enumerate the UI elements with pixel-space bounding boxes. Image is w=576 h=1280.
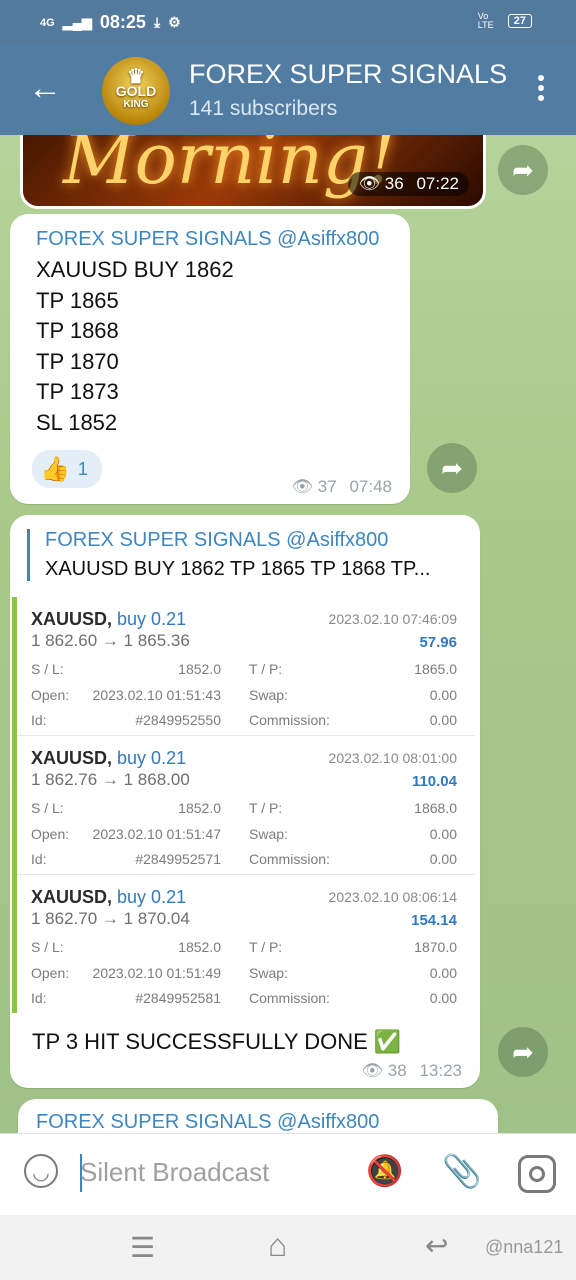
trade-close-time: 2023.02.10 08:06:14: [328, 889, 457, 905]
view-count: 37: [317, 477, 337, 496]
trade-prices: 1 862.60 → 1 865.36: [31, 631, 190, 650]
trade-row-id: Id: #2849952571 Commission: 0.00: [31, 851, 457, 867]
channel-header: ← ♛ GOLD KING FOREX SUPER SIGNALS 141 su…: [0, 45, 576, 135]
crown-icon: ♛: [127, 66, 145, 88]
trade-side: buy 0.21: [117, 609, 187, 629]
paperclip-icon[interactable]: 📎: [442, 1152, 482, 1190]
input-bar: ◡ Silent Broadcast 🔕 📎: [0, 1133, 576, 1216]
signal-icon: ▂▄▆: [62, 14, 92, 30]
subscriber-count: 141 subscribers: [189, 97, 338, 120]
signal-line: TP 1870: [36, 348, 119, 374]
trade-side: buy 0.21: [117, 748, 187, 768]
image-message[interactable]: Morning! 👁 36 07:22: [20, 135, 486, 209]
battery-icon: 27: [507, 14, 532, 28]
trade-profit: 57.96: [419, 634, 457, 651]
eye-icon: 👁: [361, 1061, 384, 1080]
trade-profit: 110.04: [411, 773, 457, 790]
signal-message[interactable]: FOREX SUPER SIGNALS @Asiffx800 XAUUSD BU…: [10, 214, 410, 504]
trade-symbol: XAUUSD, buy 0.21: [31, 887, 187, 907]
view-count: 38: [387, 1061, 407, 1080]
watermark: @nna121: [485, 1237, 564, 1257]
signal-line: XAUUSD BUY 1862: [36, 257, 234, 282]
back-nav-icon[interactable]: ↩: [425, 1229, 448, 1262]
trade-row-sltp: S / L: 1852.0 T / P: 1868.0: [31, 800, 457, 816]
result-message[interactable]: FOREX SUPER SIGNALS @Asiffx800 XAUUSD BU…: [10, 515, 480, 1088]
signal-line: TP 1873: [36, 379, 119, 404]
trade-screenshot[interactable]: XAUUSD, buy 0.21 2023.02.10 07:46:09 1 8…: [12, 597, 475, 1013]
reaction-count: 1: [77, 458, 88, 479]
signal-line: TP 1868: [36, 318, 119, 343]
trade-row-sltp: S / L: 1852.0 T / P: 1870.0: [31, 939, 457, 955]
trade-row-id: Id: #2849952581 Commission: 0.00: [31, 990, 457, 1006]
trade-symbol: XAUUSD, buy 0.21: [31, 748, 187, 768]
channel-title[interactable]: FOREX SUPER SIGNALS: [189, 59, 507, 90]
arrow-left-icon[interactable]: ←: [28, 71, 62, 105]
next-message[interactable]: FOREX SUPER SIGNALS @Asiffx800: [18, 1099, 498, 1133]
signal-line: SL 1852: [36, 409, 118, 435]
status-bar: 4G ▂▄▆ 08:25 ⤓ ⚙ Vo LTE 27: [0, 0, 576, 45]
reaction-badge[interactable]: 👍 1: [32, 450, 102, 488]
trade-row-open: Open: 2023.02.10 01:51:47 Swap: 0.00: [31, 826, 457, 842]
message-meta: 👁 38 13:23: [361, 1061, 462, 1081]
eye-icon: 👁: [358, 174, 381, 193]
message-body: XAUUSD BUY 1862 TP 1865 TP 1868 TP 1870 …: [36, 255, 234, 438]
forward-icon[interactable]: ➦: [427, 443, 477, 493]
view-count: 36: [384, 174, 404, 193]
trade-row-open: Open: 2023.02.10 01:51:43 Swap: 0.00: [31, 687, 457, 703]
reply-text: XAUUSD BUY 1862 TP 1865 TP 1868 TP...: [45, 558, 431, 580]
trade-side: buy 0.21: [117, 887, 187, 907]
trade-prices: 1 862.76 → 1 868.00: [31, 770, 190, 789]
avatar-text-gold: GOLD: [115, 83, 157, 99]
trade-profit: 154.14: [411, 912, 457, 929]
message-time: 07:48: [349, 477, 392, 496]
reply-author: FOREX SUPER SIGNALS @Asiffx800: [45, 529, 389, 551]
network-indicator: 4G: [40, 16, 55, 29]
chat-area[interactable]: Morning! 👁 36 07:22 ➦ FOREX SUPER SIGNAL…: [0, 135, 576, 1133]
message-meta: 👁 36 07:22: [348, 172, 469, 196]
trade-close-time: 2023.02.10 08:01:00: [328, 750, 457, 766]
home-icon[interactable]: ⌂: [268, 1227, 287, 1264]
avatar-text-king: KING: [123, 99, 149, 110]
trade-row-open: Open: 2023.02.10 01:51:49 Swap: 0.00: [31, 965, 457, 981]
trade-entry: XAUUSD, buy 0.21 2023.02.10 07:46:09 1 8…: [17, 597, 475, 736]
trade-prices: 1 862.70 → 1 870.04: [31, 909, 190, 928]
trade-close-time: 2023.02.10 07:46:09: [328, 611, 457, 627]
message-author[interactable]: FOREX SUPER SIGNALS @Asiffx800: [36, 228, 379, 251]
thumbs-up-icon: 👍: [40, 455, 70, 483]
message-author[interactable]: FOREX SUPER SIGNALS @Asiffx800: [36, 1111, 379, 1133]
signal-line: TP 1865: [36, 287, 119, 313]
more-vertical-icon[interactable]: [538, 75, 544, 105]
smile-icon[interactable]: ◡: [24, 1154, 58, 1188]
message-input[interactable]: Silent Broadcast: [80, 1157, 269, 1188]
channel-avatar[interactable]: ♛ GOLD KING: [102, 57, 170, 125]
status-time: 08:25: [99, 12, 146, 32]
download-icon: ⤓: [153, 14, 161, 30]
message-meta: 👁 37 07:48: [291, 477, 392, 497]
system-nav-bar: ☰ ⌂ ↩ @nna121: [0, 1215, 576, 1280]
trade-entry: XAUUSD, buy 0.21 2023.02.10 08:06:14 1 8…: [17, 875, 475, 1013]
reply-preview[interactable]: FOREX SUPER SIGNALS @Asiffx800 XAUUSD BU…: [27, 529, 430, 581]
message-time: 07:22: [416, 174, 459, 193]
bell-off-icon[interactable]: 🔕: [366, 1154, 403, 1189]
trade-row-id: Id: #2849952550 Commission: 0.00: [31, 712, 457, 728]
trade-symbol: XAUUSD, buy 0.21: [31, 609, 187, 629]
menu-icon[interactable]: ☰: [130, 1231, 155, 1264]
trade-row-sltp: S / L: 1852.0 T / P: 1865.0: [31, 661, 457, 677]
result-caption: TP 3 HIT SUCCESSFULLY DONE ✅: [32, 1029, 402, 1054]
image-text: Morning!: [63, 135, 396, 200]
trade-entry: XAUUSD, buy 0.21 2023.02.10 08:01:00 1 8…: [17, 736, 475, 875]
volte-indicator: Vo LTE: [477, 11, 494, 30]
forward-icon[interactable]: ➦: [498, 1027, 548, 1077]
sync-icon: ⚙: [168, 14, 181, 30]
forward-icon[interactable]: ➦: [498, 145, 548, 195]
message-time: 13:23: [419, 1061, 462, 1080]
eye-icon: 👁: [291, 477, 314, 496]
instagram-camera-icon[interactable]: [518, 1155, 556, 1193]
